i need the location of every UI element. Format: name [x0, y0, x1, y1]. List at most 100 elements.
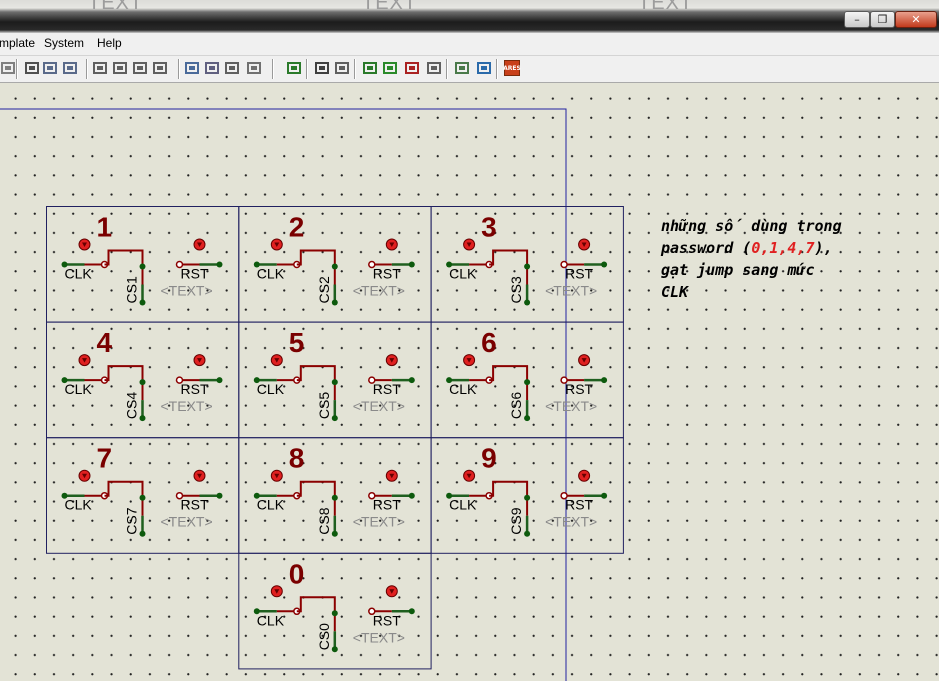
- wire-node: [408, 492, 415, 499]
- cell-number: 5: [289, 327, 305, 358]
- close-button[interactable]: ✕: [895, 11, 937, 28]
- cs-label: CS4: [124, 392, 140, 419]
- toolbar-separator: [178, 59, 180, 79]
- cell-number: 0: [289, 558, 305, 589]
- bill-of-materials-icon[interactable]: [454, 60, 470, 76]
- clk-label: CLK: [449, 266, 477, 282]
- menu-system[interactable]: System: [44, 36, 84, 50]
- wire-node: [408, 608, 415, 615]
- toolbar-separator: [272, 59, 274, 79]
- block-delete-icon[interactable]: [152, 60, 168, 76]
- cs-label: CS6: [508, 392, 524, 419]
- wire-node: [601, 492, 608, 499]
- rst-label: RST: [565, 497, 593, 513]
- wire-node: [331, 415, 338, 422]
- toolbar-separator: [496, 59, 498, 79]
- clk-label: CLK: [257, 381, 285, 397]
- goto-sheet-icon[interactable]: [426, 60, 442, 76]
- toolbar-separator: [446, 59, 448, 79]
- rst-label: RST: [565, 266, 593, 282]
- property-assignment-icon[interactable]: [334, 60, 350, 76]
- text-placeholder: <TEXT>: [353, 629, 405, 645]
- wire-node: [139, 415, 146, 422]
- rst-label: RST: [181, 381, 209, 397]
- text-placeholder: <TEXT>: [353, 514, 405, 530]
- wire-node: [408, 377, 415, 384]
- toolbar-separator: [354, 59, 356, 79]
- add-sheet-icon[interactable]: [382, 60, 398, 76]
- wire-node: [331, 299, 338, 306]
- make-device-icon[interactable]: [204, 60, 220, 76]
- block-copy-icon[interactable]: [92, 60, 108, 76]
- restore-button[interactable]: ❐: [870, 11, 895, 28]
- cs-label: CS8: [316, 507, 332, 534]
- wire-node: [139, 530, 146, 537]
- copy-icon[interactable]: [42, 60, 58, 76]
- rst-label: RST: [565, 381, 593, 397]
- title-ghost-text: TEXT: [88, 0, 144, 14]
- title-bar: TEXT TEXT TEXT – ❐ ✕: [0, 0, 939, 33]
- wire-node: [331, 610, 338, 617]
- note-password-digits: 0,1,4,7: [751, 239, 815, 257]
- note-line-1: những số dùng trong: [661, 217, 842, 235]
- text-placeholder: <TEXT>: [545, 514, 597, 530]
- jumper-lever: [104, 249, 144, 267]
- jumper-cell: 9 CLK RST CS9 <TEXT>: [430, 437, 624, 554]
- jumper-lever: [104, 480, 144, 498]
- title-ghost-text: TEXT: [362, 0, 418, 14]
- jumper-cell: 2 CLK RST CS2 <TEXT>: [238, 206, 432, 323]
- jumper-lever: [489, 365, 529, 383]
- remove-sheet-icon[interactable]: [404, 60, 420, 76]
- minimize-button[interactable]: –: [844, 11, 870, 28]
- pick-device-icon[interactable]: [184, 60, 200, 76]
- wire-node: [139, 263, 146, 270]
- cut-icon[interactable]: [24, 60, 40, 76]
- packaging-tool-icon[interactable]: [224, 60, 240, 76]
- jumper-lever: [296, 480, 336, 498]
- cs-label: CS0: [316, 623, 332, 650]
- jumper-cell: 8 CLK RST CS8 <TEXT>: [238, 437, 432, 554]
- jumper-lever: [489, 480, 529, 498]
- note-line-2-prefix: password (: [661, 239, 752, 257]
- block-rotate-icon[interactable]: [132, 60, 148, 76]
- menu-template[interactable]: mplate: [0, 36, 35, 50]
- jumper-lever: [296, 596, 336, 614]
- wire-autorouter-icon[interactable]: [286, 60, 302, 76]
- wire-node: [331, 263, 338, 270]
- block-move-icon[interactable]: [112, 60, 128, 76]
- paste-icon[interactable]: [62, 60, 78, 76]
- note-line-4: CLK: [661, 283, 689, 301]
- text-placeholder: <TEXT>: [161, 398, 213, 414]
- menu-help[interactable]: Help: [97, 36, 122, 50]
- clk-label: CLK: [257, 266, 285, 282]
- schematic-canvas[interactable]: 1 CLK RST CS1 <TEXT> 2 CLK RST CS2 <TEXT> 3 CLK RST C…: [0, 83, 939, 681]
- note-text: những số dùng trong password (0,1,4,7), …: [661, 215, 842, 303]
- toolbar: ARES: [0, 56, 939, 83]
- cell-number: 4: [97, 327, 113, 358]
- wire-node: [331, 494, 338, 501]
- jumper-cell: 5 CLK RST CS5 <TEXT>: [238, 321, 432, 439]
- text-placeholder: <TEXT>: [545, 398, 597, 414]
- rst-label: RST: [373, 497, 401, 513]
- jumper-cell: 6 CLK RST CS6 <TEXT>: [430, 321, 624, 439]
- wire-node: [524, 415, 531, 422]
- decompose-icon[interactable]: [246, 60, 262, 76]
- rst-label: RST: [373, 381, 401, 397]
- wire-node: [139, 379, 146, 386]
- new-sheet-icon[interactable]: [362, 60, 378, 76]
- rst-label: RST: [373, 266, 401, 282]
- toolbar-separator: [16, 59, 18, 79]
- electrical-rule-check-icon[interactable]: [476, 60, 492, 76]
- text-placeholder: <TEXT>: [161, 514, 213, 530]
- title-ghost-text: TEXT: [638, 0, 694, 14]
- text-placeholder: <TEXT>: [161, 283, 213, 299]
- cs-label: CS2: [316, 276, 332, 303]
- jumper-lever: [296, 365, 336, 383]
- rst-label: RST: [373, 612, 401, 628]
- redo-icon[interactable]: [0, 60, 16, 76]
- ares-icon[interactable]: ARES: [503, 60, 521, 76]
- cell-number: 6: [481, 327, 497, 358]
- clk-label: CLK: [449, 381, 477, 397]
- clk-label: CLK: [65, 266, 93, 282]
- search-icon[interactable]: [314, 60, 330, 76]
